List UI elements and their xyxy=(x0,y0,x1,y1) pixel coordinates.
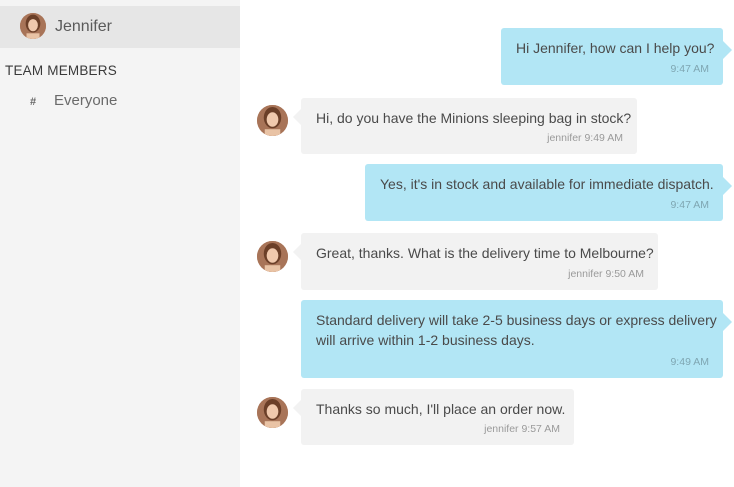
message-outgoing: Standard delivery will take 2-5 business… xyxy=(301,300,732,378)
message-text: Thanks so much, I'll place an order now. xyxy=(316,401,566,417)
message-text: Hi, do you have the Minions sleeping bag… xyxy=(316,110,632,126)
message-timestamp: 9:47 AM xyxy=(670,63,709,75)
hash-icon: # xyxy=(30,96,37,108)
message-text: Great, thanks. What is the delivery time… xyxy=(316,245,654,261)
message-text: Yes, it's in stock and available for imm… xyxy=(380,176,714,192)
message-timestamp: 9:49 AM xyxy=(670,356,709,368)
jennifer-avatar xyxy=(257,241,288,272)
jennifer-avatar xyxy=(257,397,288,428)
message-text: Standard delivery will take 2-5 business… xyxy=(316,310,717,350)
message-incoming: Thanks so much, I'll place an order now.… xyxy=(293,389,574,445)
message-timestamp: jennifer 9:50 AM xyxy=(568,268,644,280)
team-members-heading: TEAM MEMBERS xyxy=(5,63,117,78)
message-line: Standard delivery will take 2-5 business… xyxy=(316,312,717,328)
message-line: will arrive within 1-2 business days. xyxy=(316,332,535,348)
message-timestamp: jennifer 9:49 AM xyxy=(547,132,623,144)
contact-item-jennifer[interactable]: Jennifer xyxy=(0,6,240,48)
message-timestamp: 9:47 AM xyxy=(670,199,709,211)
message-outgoing: Yes, it's in stock and available for imm… xyxy=(365,164,732,221)
contact-name: Jennifer xyxy=(55,18,112,35)
sidebar: Jennifer TEAM MEMBERS # Everyone xyxy=(0,0,240,487)
contact-avatar xyxy=(20,13,46,39)
message-outgoing: Hi Jennifer, how can I help you? 9:47 AM xyxy=(501,28,732,85)
message-text: Hi Jennifer, how can I help you? xyxy=(516,40,715,56)
channel-everyone[interactable]: # Everyone xyxy=(0,88,240,114)
message-incoming: Hi, do you have the Minions sleeping bag… xyxy=(293,98,637,154)
channel-label: Everyone xyxy=(54,92,118,109)
message-incoming: Great, thanks. What is the delivery time… xyxy=(293,233,658,290)
message-timestamp: jennifer 9:57 AM xyxy=(484,423,560,435)
jennifer-avatar xyxy=(257,105,288,136)
